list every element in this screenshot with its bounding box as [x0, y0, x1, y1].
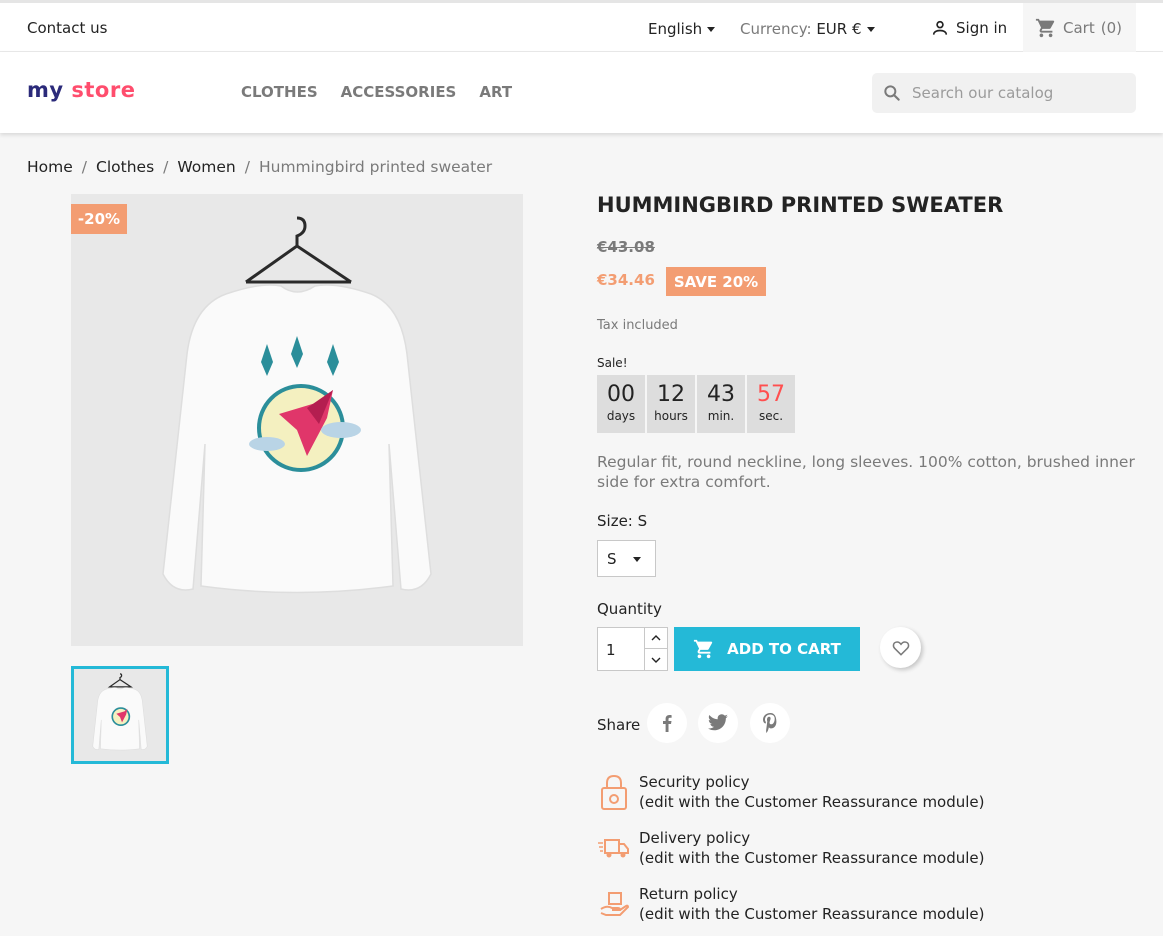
facebook-icon: [663, 715, 672, 732]
twitter-icon: [708, 714, 728, 731]
countdown-unit: hours: [654, 409, 688, 423]
main-menu: CLOTHES ACCESSORIES ART: [241, 83, 512, 101]
countdown-days: 00 days: [597, 375, 645, 433]
main-header: my store CLOTHES ACCESSORIES ART Search …: [0, 52, 1163, 133]
countdown-value: 12: [657, 382, 685, 407]
lock-icon: [597, 772, 631, 812]
sweater-thumbnail-illustration: [74, 669, 166, 761]
reassurance-note: (edit with the Customer Reassurance modu…: [639, 905, 985, 923]
product-cover-image[interactable]: [71, 194, 523, 646]
reassurance-return: Return policy (edit with the Customer Re…: [597, 884, 985, 924]
currency-selector[interactable]: Currency: EUR €: [740, 20, 875, 38]
sign-in-link[interactable]: Sign in: [930, 18, 1007, 38]
search-icon: [884, 85, 900, 101]
language-selector[interactable]: English: [648, 20, 716, 38]
discount-flag: -20%: [71, 204, 127, 234]
cart-button[interactable]: Cart (0): [1023, 3, 1136, 52]
reassurance-title: Delivery policy: [639, 829, 751, 847]
reassurance-note: (edit with the Customer Reassurance modu…: [639, 849, 985, 867]
sign-in-label: Sign in: [956, 19, 1008, 37]
share-label: Share: [597, 716, 641, 734]
menu-item-art[interactable]: ART: [479, 83, 512, 101]
quantity-label: Quantity: [597, 600, 662, 618]
size-select[interactable]: S: [597, 540, 656, 577]
chevron-up-icon: [651, 635, 661, 641]
pinterest-icon: [763, 713, 777, 733]
size-select-value: S: [607, 549, 617, 568]
heart-icon: [892, 640, 909, 656]
quantity-input[interactable]: 1: [606, 641, 616, 659]
reassurance-delivery: Delivery policy (edit with the Customer …: [597, 828, 985, 868]
countdown-seconds: 57 sec.: [747, 375, 795, 433]
regular-price: €43.08: [597, 238, 655, 256]
store-logo[interactable]: my store: [27, 78, 135, 102]
reassurance-note: (edit with the Customer Reassurance modu…: [639, 793, 985, 811]
countdown-value: 00: [607, 382, 635, 407]
share-facebook-button[interactable]: [647, 703, 687, 743]
add-to-cart-label: ADD TO CART: [727, 640, 841, 658]
shopping-cart-icon: [1035, 18, 1055, 37]
chevron-down-icon: [651, 657, 661, 663]
breadcrumb-women[interactable]: Women: [177, 158, 235, 176]
countdown-unit: min.: [707, 409, 735, 423]
product-description: Regular fit, round neckline, long sleeve…: [597, 453, 1135, 491]
countdown-unit: sec.: [758, 409, 784, 423]
cart-count: (0): [1100, 18, 1122, 37]
product-title: HUMMINGBIRD PRINTED SWEATER: [597, 193, 1004, 217]
language-label: English: [648, 20, 703, 38]
currency-label: Currency:: [740, 20, 812, 38]
reassurance-title: Return policy: [639, 885, 738, 903]
size-label: Size: S: [597, 512, 648, 530]
breadcrumb-home[interactable]: Home: [27, 158, 73, 176]
breadcrumb-separator: /: [163, 158, 169, 176]
countdown-value: 43: [707, 382, 735, 407]
sale-label: Sale!: [597, 356, 628, 370]
sweater-illustration: [71, 194, 523, 646]
quantity-increase-button[interactable]: [644, 628, 667, 649]
chevron-down-icon: [866, 27, 875, 32]
chevron-down-icon: [707, 27, 716, 32]
breadcrumb-separator: /: [81, 158, 88, 176]
breadcrumb: Home / Clothes / Women / Hummingbird pri…: [27, 158, 492, 176]
logo-word-my: my: [27, 78, 64, 102]
menu-item-accessories[interactable]: ACCESSORIES: [341, 83, 457, 101]
chevron-down-icon: [633, 557, 641, 562]
discount-badge: SAVE 20%: [666, 267, 766, 296]
countdown-value: 57: [757, 382, 785, 407]
search-box[interactable]: Search our catalog: [872, 73, 1136, 113]
tax-label: Tax included: [597, 318, 678, 333]
breadcrumb-current: Hummingbird printed sweater: [258, 158, 493, 176]
share-pinterest-button[interactable]: [750, 703, 790, 743]
breadcrumb-clothes[interactable]: Clothes: [96, 158, 154, 176]
reassurance-security: Security policy (edit with the Customer …: [597, 772, 985, 812]
breadcrumb-separator: /: [244, 158, 250, 176]
cart-label: Cart: [1063, 18, 1095, 37]
logo-word-store: store: [71, 78, 136, 102]
countdown-minutes: 43 min.: [697, 375, 745, 433]
quantity-decrease-button[interactable]: [644, 649, 667, 670]
quantity-stepper: 1: [597, 627, 668, 671]
shopping-cart-icon: [694, 639, 713, 659]
current-price: €34.46: [597, 271, 655, 289]
countdown-unit: days: [606, 409, 636, 423]
reassurance-title: Security policy: [639, 773, 750, 791]
search-input[interactable]: Search our catalog: [912, 84, 1053, 102]
product-thumbnail[interactable]: [71, 666, 169, 764]
return-hand-icon: [597, 884, 631, 924]
contact-us-link[interactable]: Contact us: [27, 19, 107, 37]
truck-icon: [597, 828, 631, 868]
user-icon: [932, 20, 948, 35]
top-nav: Contact us English Currency: EUR € Sign …: [0, 0, 1163, 52]
add-to-cart-button[interactable]: ADD TO CART: [674, 627, 860, 671]
countdown-hours: 12 hours: [647, 375, 695, 433]
menu-item-clothes[interactable]: CLOTHES: [241, 83, 318, 101]
share-twitter-button[interactable]: [698, 703, 738, 743]
currency-value: EUR €: [816, 20, 862, 38]
wishlist-button[interactable]: [880, 627, 921, 668]
sale-countdown: 00 days 12 hours 43 min. 57 sec.: [597, 375, 795, 433]
